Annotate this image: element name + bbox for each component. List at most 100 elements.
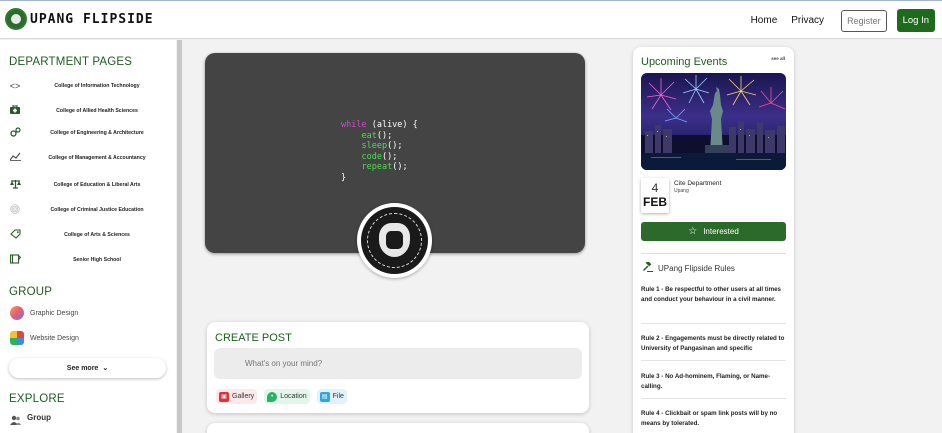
brand[interactable]: UPANG FLIPSIDE bbox=[5, 8, 154, 30]
rules-title: UPang Flipside Rules bbox=[643, 260, 735, 274]
cover-code-snippet: while (alive) { eat(); sleep(); code(); … bbox=[341, 120, 418, 184]
explore-section-title: EXPLORE bbox=[9, 393, 65, 405]
code-function: code bbox=[361, 151, 382, 162]
explore-label: Group bbox=[27, 413, 51, 422]
create-post-card: CREATE POST ▣ Gallery • Location ▤ File bbox=[207, 322, 589, 413]
rule-number: Rule 1 bbox=[641, 286, 660, 293]
department-pages-title: DEPARTMENT PAGES bbox=[9, 56, 133, 68]
location-label: Location bbox=[280, 393, 307, 400]
dept-label: College of Arts & Sciences bbox=[64, 232, 130, 238]
see-more-label: See more bbox=[66, 364, 99, 372]
rule-number: Rule 4 bbox=[641, 410, 660, 417]
file-label: File bbox=[332, 393, 344, 400]
sidebar-item-criminal-justice[interactable]: College of Criminal Justice Education bbox=[9, 203, 169, 217]
rule-item: Rule 1 - Be respectful to other users at… bbox=[641, 285, 786, 305]
register-button[interactable]: Register bbox=[841, 9, 887, 32]
dept-label: College of Allied Health Sciences bbox=[56, 108, 138, 114]
divider bbox=[641, 323, 786, 324]
website-design-avatar bbox=[10, 331, 24, 345]
rule-item: Rule 2 - Engagements must be directly re… bbox=[641, 334, 786, 354]
event-image[interactable] bbox=[641, 73, 786, 170]
nav-privacy-link[interactable]: Privacy bbox=[791, 15, 824, 26]
star-icon: ☆ bbox=[688, 226, 698, 237]
gallery-label: Gallery bbox=[232, 393, 255, 400]
book-icon bbox=[9, 253, 21, 267]
interested-label: Interested bbox=[703, 227, 739, 236]
sidebar-group-graphic-design[interactable]: Graphic Design bbox=[10, 306, 78, 320]
create-post-title: CREATE POST bbox=[215, 332, 292, 344]
event-date: 4 FEB bbox=[641, 178, 669, 213]
see-all-link[interactable]: see all bbox=[771, 56, 785, 61]
code-function: sleep bbox=[361, 141, 388, 152]
sidebar-item-senior-high[interactable]: Senior High School bbox=[9, 253, 169, 267]
interested-button[interactable]: ☆ Interested bbox=[641, 222, 786, 241]
login-button[interactable]: Log In bbox=[896, 9, 935, 32]
left-sidebar: DEPARTMENT PAGES <> College of Informati… bbox=[0, 40, 176, 433]
divider bbox=[641, 398, 786, 399]
gallery-button[interactable]: ▣ Gallery bbox=[216, 389, 258, 404]
event-department: Cite Department bbox=[674, 180, 722, 187]
event-campus: Upang bbox=[674, 188, 689, 194]
dept-label: College of Criminal Justice Education bbox=[50, 207, 144, 213]
post-input[interactable] bbox=[214, 348, 582, 379]
users-icon bbox=[10, 412, 21, 425]
sidebar-scrollbar[interactable] bbox=[177, 40, 182, 433]
dept-label: Senior High School bbox=[73, 257, 121, 263]
code-function: repeat bbox=[361, 162, 393, 173]
seal-emblem bbox=[361, 207, 428, 274]
gears-icon bbox=[9, 126, 21, 140]
code-function: eat bbox=[361, 130, 377, 141]
rule-text: - Be respectful to other users at all ti… bbox=[641, 286, 781, 303]
post-actions: ▣ Gallery • Location ▤ File bbox=[216, 389, 354, 404]
department-seal[interactable] bbox=[357, 203, 432, 278]
see-more-button[interactable]: See more ⌄ bbox=[9, 358, 166, 378]
location-button[interactable]: • Location bbox=[264, 389, 310, 404]
sidebar-item-arts-sciences[interactable]: College of Arts & Sciences bbox=[9, 228, 169, 242]
chevron-down-icon: ⌄ bbox=[102, 365, 109, 372]
nav-links: Home Privacy Register Log In bbox=[751, 9, 935, 32]
location-pin-icon: • bbox=[267, 391, 278, 402]
divider bbox=[641, 253, 786, 254]
top-navbar: UPANG FLIPSIDE Home Privacy Register Log… bbox=[0, 0, 942, 39]
sidebar-item-allied-health[interactable]: College of Allied Health Sciences bbox=[9, 104, 169, 118]
sidebar-item-information-technology[interactable]: <> College of Information Technology bbox=[9, 79, 169, 93]
tag-heart-icon bbox=[9, 228, 21, 242]
sidebar-group-website-design[interactable]: Website Design bbox=[10, 331, 79, 345]
sidebar-item-education[interactable]: College of Education & Liberal Arts bbox=[9, 178, 169, 192]
explore-item-group[interactable]: Group bbox=[10, 412, 51, 425]
rule-text: - No Ad-hominem, Flaming, or Name-callin… bbox=[641, 373, 771, 390]
file-button[interactable]: ▤ File bbox=[316, 389, 347, 404]
gavel-icon bbox=[643, 260, 653, 274]
group-section-title: GROUP bbox=[9, 286, 53, 298]
rule-item: Rule 3 - No Ad-hominem, Flaming, or Name… bbox=[641, 372, 786, 392]
brand-logo bbox=[5, 8, 27, 30]
code-keyword: while bbox=[341, 120, 367, 130]
group-label: Website Design bbox=[30, 334, 79, 342]
code-text: (); bbox=[381, 151, 398, 162]
code-icon: <> bbox=[9, 81, 21, 91]
fingerprint-icon bbox=[9, 203, 21, 217]
sidebar-item-engineering[interactable]: College of Engineering & Architecture bbox=[9, 126, 169, 140]
code-text: (); bbox=[376, 130, 393, 141]
sidebar-item-management[interactable]: College of Management & Accountancy bbox=[9, 151, 169, 165]
dept-label: College of Management & Accountancy bbox=[48, 155, 146, 161]
event-month: FEB bbox=[643, 195, 667, 209]
feed-post-card bbox=[207, 423, 589, 433]
group-label: Graphic Design bbox=[30, 309, 79, 317]
upcoming-events-title: Upcoming Events bbox=[641, 56, 728, 68]
scale-icon bbox=[9, 179, 21, 192]
medkit-icon bbox=[9, 104, 21, 117]
dept-label: College of Information Technology bbox=[54, 83, 140, 89]
events-panel: Upcoming Events see all 4 FEB Cite Depar… bbox=[633, 47, 794, 433]
graphic-design-avatar bbox=[10, 306, 24, 320]
rule-number: Rule 2 bbox=[641, 335, 660, 342]
image-icon: ▣ bbox=[219, 391, 229, 402]
nav-home-link[interactable]: Home bbox=[751, 15, 778, 26]
rules-title-label: UPang Flipside Rules bbox=[658, 263, 735, 273]
code-text: (); bbox=[387, 141, 403, 152]
rule-text: - Clickbait or spam link posts will by n… bbox=[641, 410, 778, 427]
dept-label: College of Engineering & Architecture bbox=[50, 130, 144, 136]
chart-line-icon bbox=[9, 152, 21, 164]
dept-label: College of Education & Liberal Arts bbox=[53, 182, 141, 188]
rule-item: Rule 4 - Clickbait or spam link posts wi… bbox=[641, 409, 786, 429]
